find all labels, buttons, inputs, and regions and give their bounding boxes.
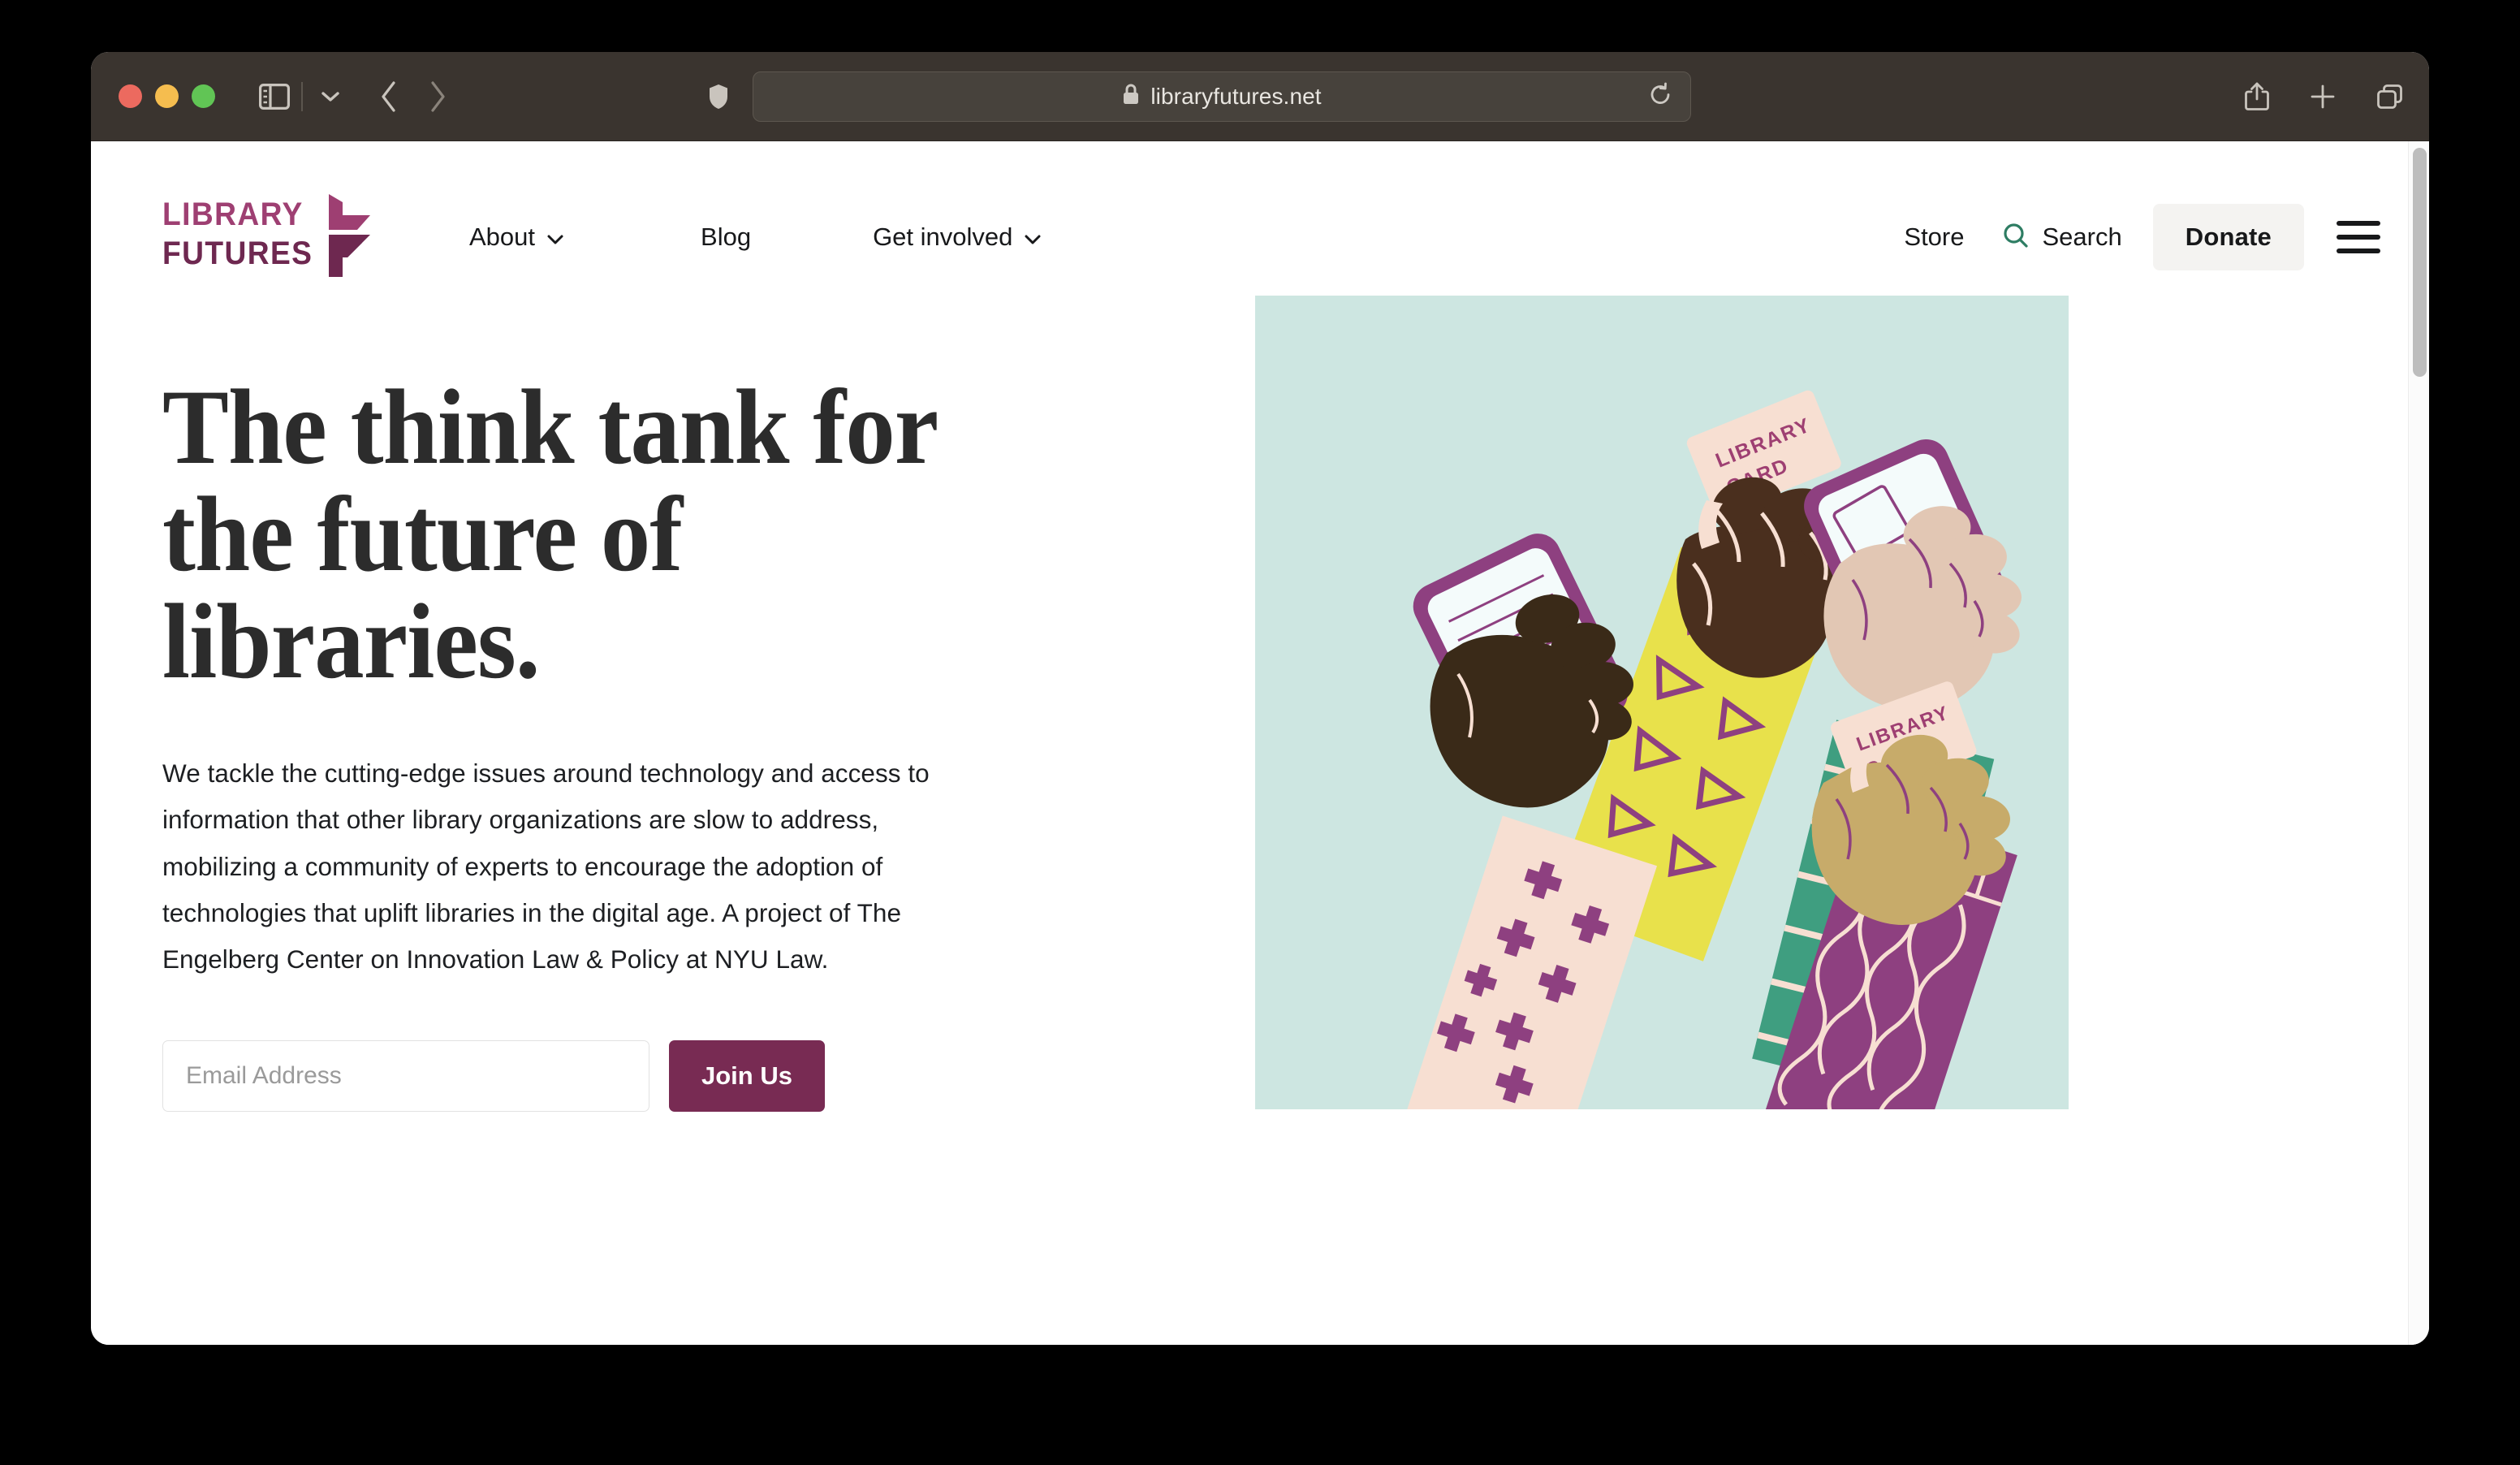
donate-button[interactable]: Donate — [2152, 204, 2304, 270]
hero-illustration-column: LIBRARY CARD LIBRARY — [1255, 296, 2069, 1112]
address-bar[interactable]: libraryfutures.net — [753, 71, 1691, 122]
nav-item-about[interactable]: About — [469, 223, 564, 252]
chevron-down-icon — [1024, 223, 1042, 252]
nav-item-get-involved-label: Get involved — [873, 223, 1013, 251]
browser-toolbar: libraryfutures.net — [91, 52, 2429, 141]
newsletter-signup-form: Join Us — [162, 1039, 1161, 1112]
join-us-button[interactable]: Join Us — [669, 1039, 825, 1112]
address-bar-content: libraryfutures.net — [1122, 83, 1322, 110]
hero-description: We tackle the cutting-edge issues around… — [162, 758, 930, 975]
search-button[interactable]: Search — [2002, 222, 2122, 253]
traffic-lights — [119, 84, 215, 108]
site-logo[interactable]: LIBRARY FUTURES — [162, 192, 372, 283]
chevron-down-icon[interactable] — [314, 90, 347, 103]
maximize-window-button[interactable] — [192, 84, 215, 108]
nav-item-store[interactable]: Store — [1904, 223, 1964, 252]
hero-illustration: LIBRARY CARD LIBRARY — [1255, 296, 2069, 1109]
hero-text-column: The think tank for the future of librari… — [162, 296, 1161, 1112]
nav-item-blog[interactable]: Blog — [701, 223, 751, 252]
email-field[interactable] — [162, 1039, 649, 1112]
search-label: Search — [2042, 223, 2122, 251]
scrollbar-thumb[interactable] — [2413, 148, 2427, 377]
logo-bookmark-mark — [329, 193, 370, 277]
privacy-shield-icon[interactable] — [707, 83, 730, 110]
close-window-button[interactable] — [119, 84, 142, 108]
browser-window: libraryfutures.net LIBRARY FUTURES About… — [91, 52, 2429, 1345]
site-header: LIBRARY FUTURES About Blog Get involved … — [91, 141, 2429, 296]
chevron-down-icon — [546, 223, 564, 252]
raised-fists-illustration: LIBRARY CARD LIBRARY — [1255, 296, 2069, 1109]
nav-item-about-label: About — [469, 223, 536, 251]
toolbar-divider — [301, 81, 303, 111]
logo-text-library: LIBRARY — [162, 196, 304, 232]
search-icon — [2002, 222, 2030, 253]
forward-arrow-icon[interactable] — [428, 80, 447, 114]
page-scrollbar[interactable] — [2408, 141, 2429, 1345]
url-text: libraryfutures.net — [1150, 83, 1322, 109]
page-content: LIBRARY FUTURES About Blog Get involved … — [91, 141, 2429, 1345]
back-arrow-icon[interactable] — [379, 80, 399, 114]
nav-item-get-involved[interactable]: Get involved — [873, 223, 1042, 252]
nav-item-blog-label: Blog — [701, 223, 752, 251]
lock-icon — [1122, 83, 1140, 110]
toolbar-right-actions — [2244, 81, 2405, 112]
tab-overview-icon[interactable] — [2375, 83, 2405, 110]
share-icon[interactable] — [2244, 81, 2270, 112]
hero-section: The think tank for the future of librari… — [91, 296, 2429, 1112]
sidebar-toggle-icon[interactable] — [259, 83, 290, 110]
reload-icon[interactable] — [1648, 81, 1672, 111]
plus-icon[interactable] — [2309, 83, 2337, 110]
hamburger-menu-icon[interactable] — [2337, 221, 2380, 253]
main-navigation: About Blog Get involved — [469, 223, 1042, 252]
header-right-actions: Store Search Donate — [1904, 204, 2380, 270]
logo-text-futures: FUTURES — [162, 235, 313, 271]
minimize-window-button[interactable] — [155, 84, 179, 108]
page-title: The think tank for the future of librari… — [162, 367, 939, 701]
